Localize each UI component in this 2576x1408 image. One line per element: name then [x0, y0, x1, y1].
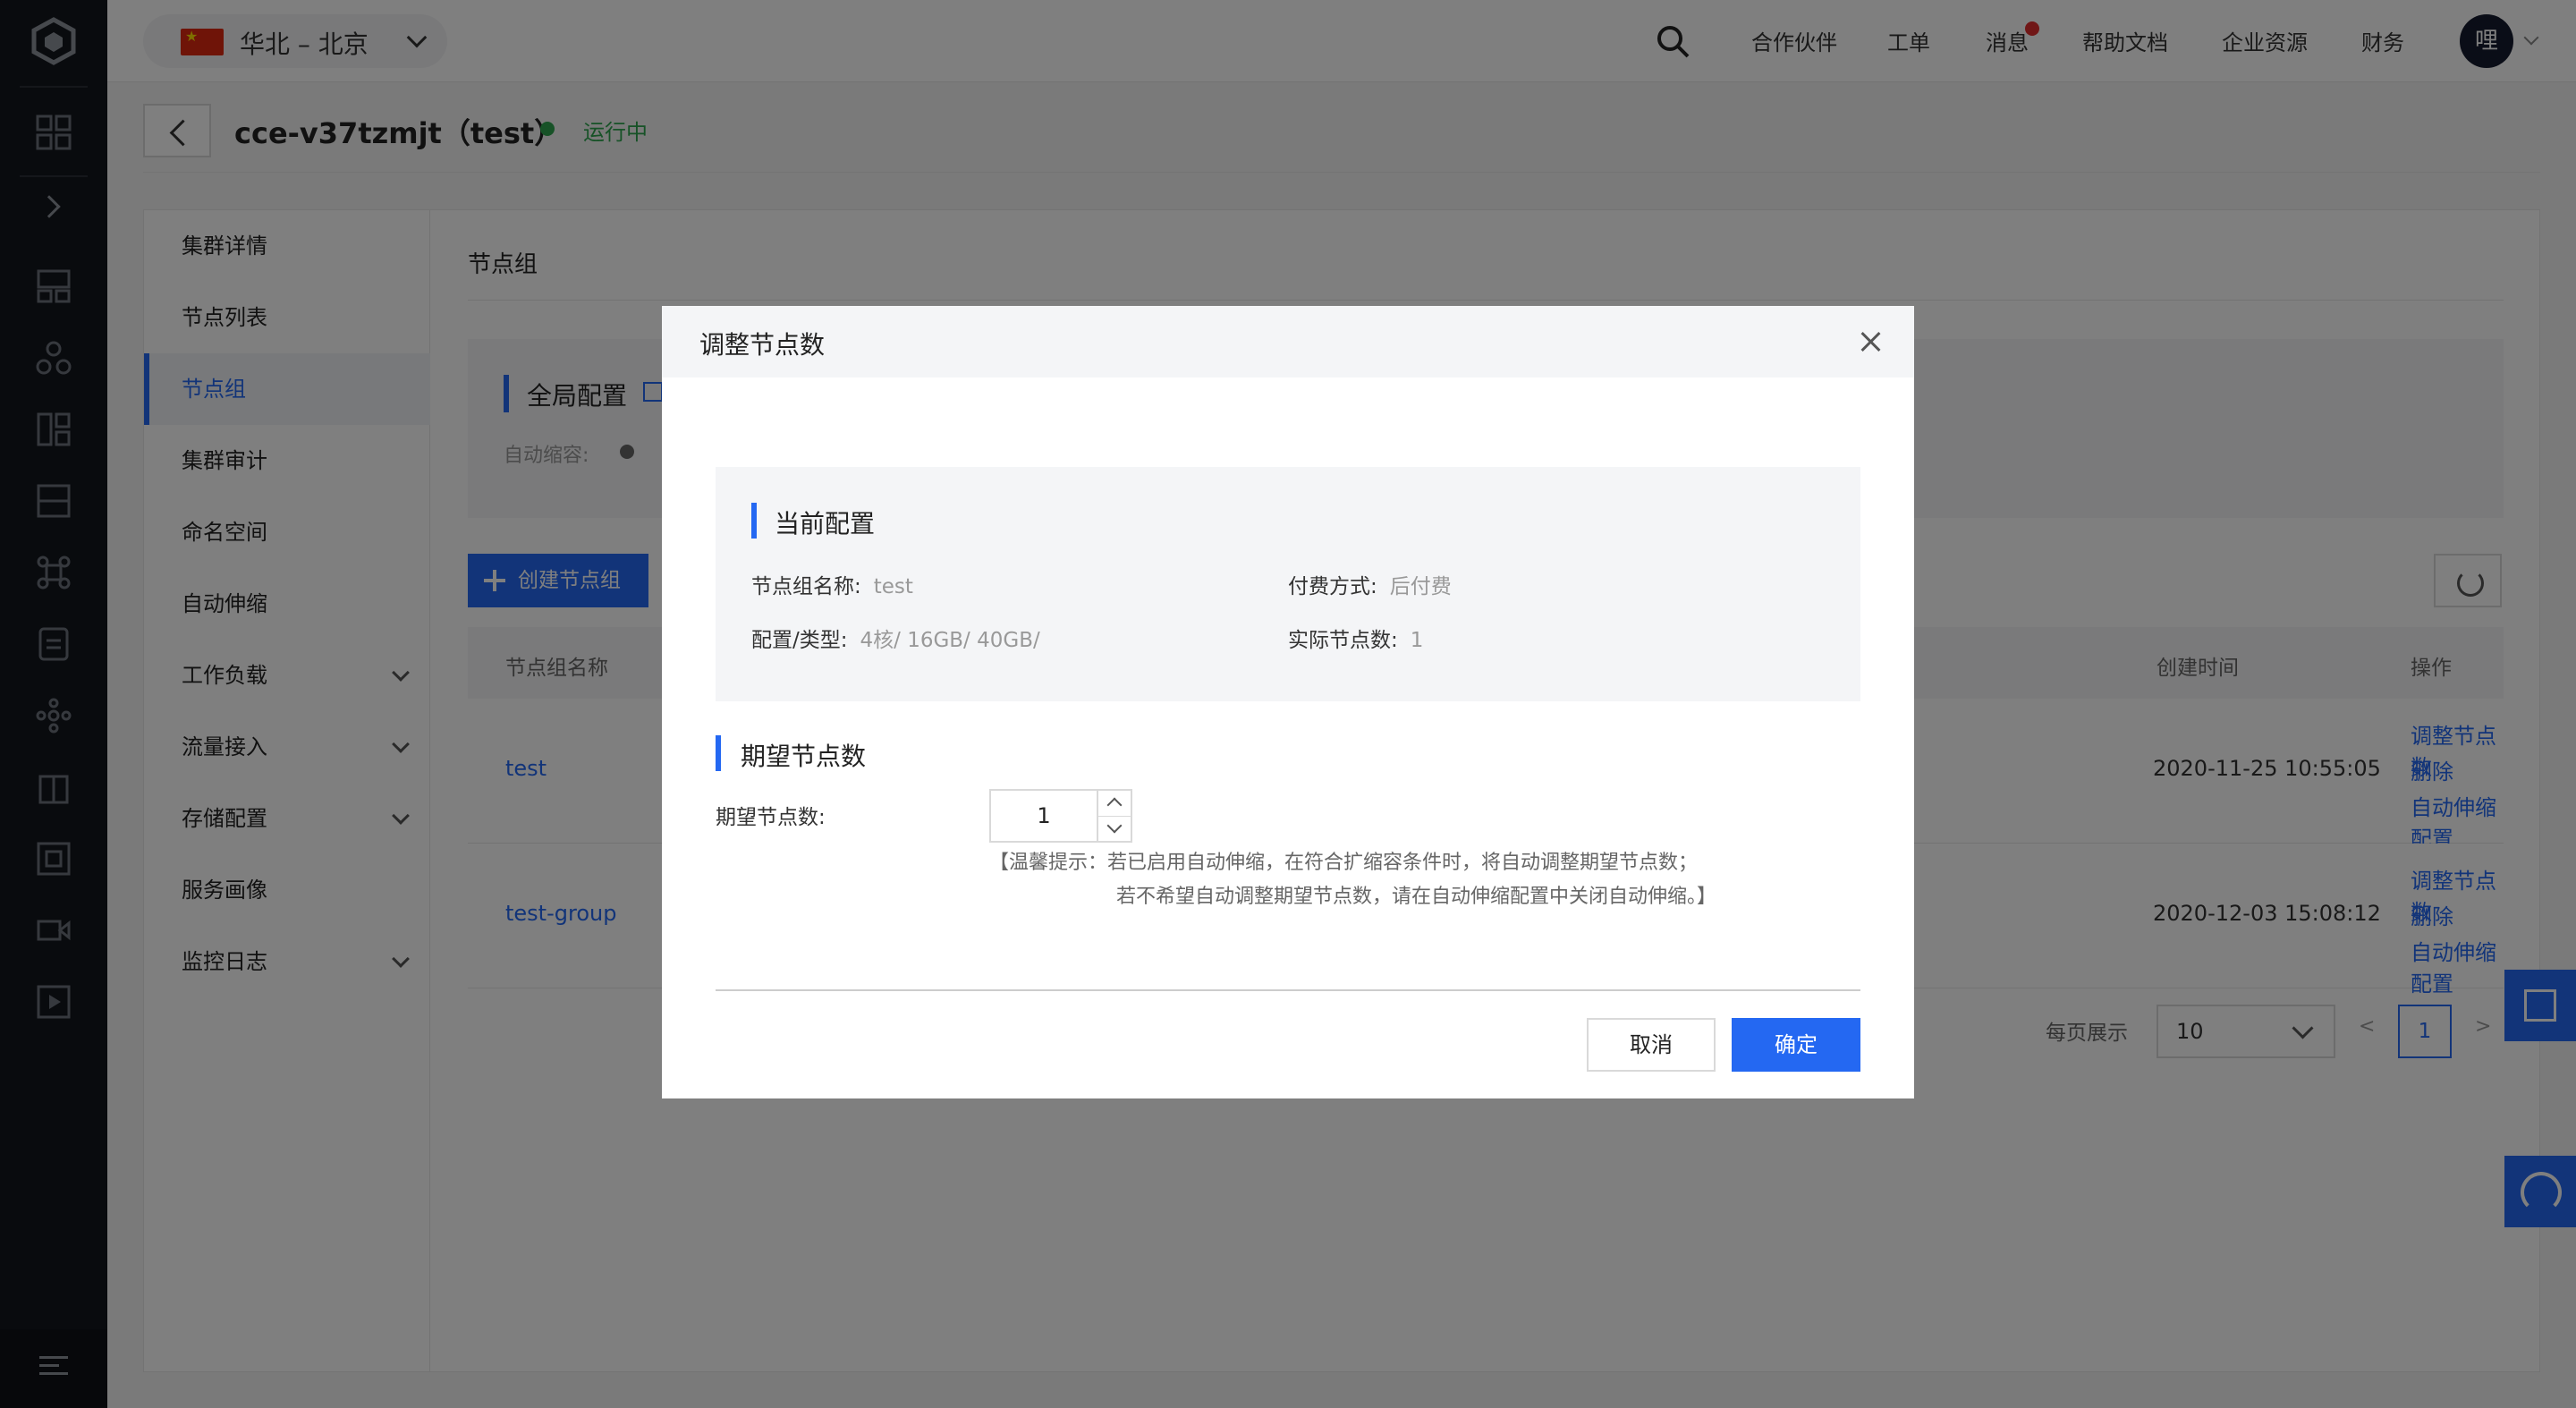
field-value: 后付费	[1389, 575, 1452, 598]
dialog-title: 调整节点数	[699, 330, 826, 360]
tip-line: 【温馨提示：若已启用自动伸缩，在符合扩缩容条件时，将自动调整期望节点数；	[989, 852, 1699, 874]
expected-nodes-title: 期望节点数	[741, 742, 867, 771]
field-value: test	[873, 575, 913, 598]
close-icon[interactable]	[1859, 329, 1884, 354]
decrement-icon[interactable]	[1097, 816, 1131, 841]
accent-bar	[716, 735, 721, 771]
field-label: 实际节点数:	[1288, 629, 1398, 652]
field-value: 1	[1410, 629, 1424, 652]
increment-icon[interactable]	[1097, 791, 1131, 816]
field-label: 节点组名称:	[751, 575, 861, 598]
expected-nodes-input[interactable]	[991, 791, 1097, 841]
divider	[716, 989, 1860, 991]
accent-bar	[751, 503, 757, 539]
field-label: 配置/类型:	[751, 629, 848, 652]
billing-field: 付费方式: 后付费	[1288, 569, 1452, 599]
current-config-panel: 当前配置 节点组名称: test 付费方式: 后付费 配置/类型: 4核/ 16GB/…	[716, 467, 1860, 701]
confirm-button[interactable]: 确定	[1732, 1018, 1860, 1072]
tip-text: 【温馨提示：若已启用自动伸缩，在符合扩缩容条件时，将自动调整期望节点数； 若不希…	[989, 846, 1716, 914]
adjust-nodes-dialog: 调整节点数 当前配置 节点组名称: test 付费方式: 后付费 配置/类型: 4核/…	[662, 306, 1914, 1098]
dialog-header: 调整节点数	[662, 306, 1914, 377]
expected-nodes-label: 期望节点数:	[716, 806, 826, 829]
cancel-button[interactable]: 取消	[1587, 1018, 1716, 1072]
tip-line: 若不希望自动调整期望节点数，请在自动伸缩配置中关闭自动伸缩。】	[1116, 886, 1717, 908]
spec-field: 配置/类型: 4核/ 16GB/ 40GB/	[751, 623, 1040, 653]
group-name-field: 节点组名称: test	[751, 569, 913, 599]
actual-nodes-field: 实际节点数: 1	[1288, 623, 1423, 653]
current-config-title: 当前配置	[775, 509, 876, 539]
field-label: 付费方式:	[1288, 575, 1377, 598]
field-value: 4核/ 16GB/ 40GB/	[860, 629, 1040, 652]
expected-nodes-stepper[interactable]	[989, 789, 1132, 843]
